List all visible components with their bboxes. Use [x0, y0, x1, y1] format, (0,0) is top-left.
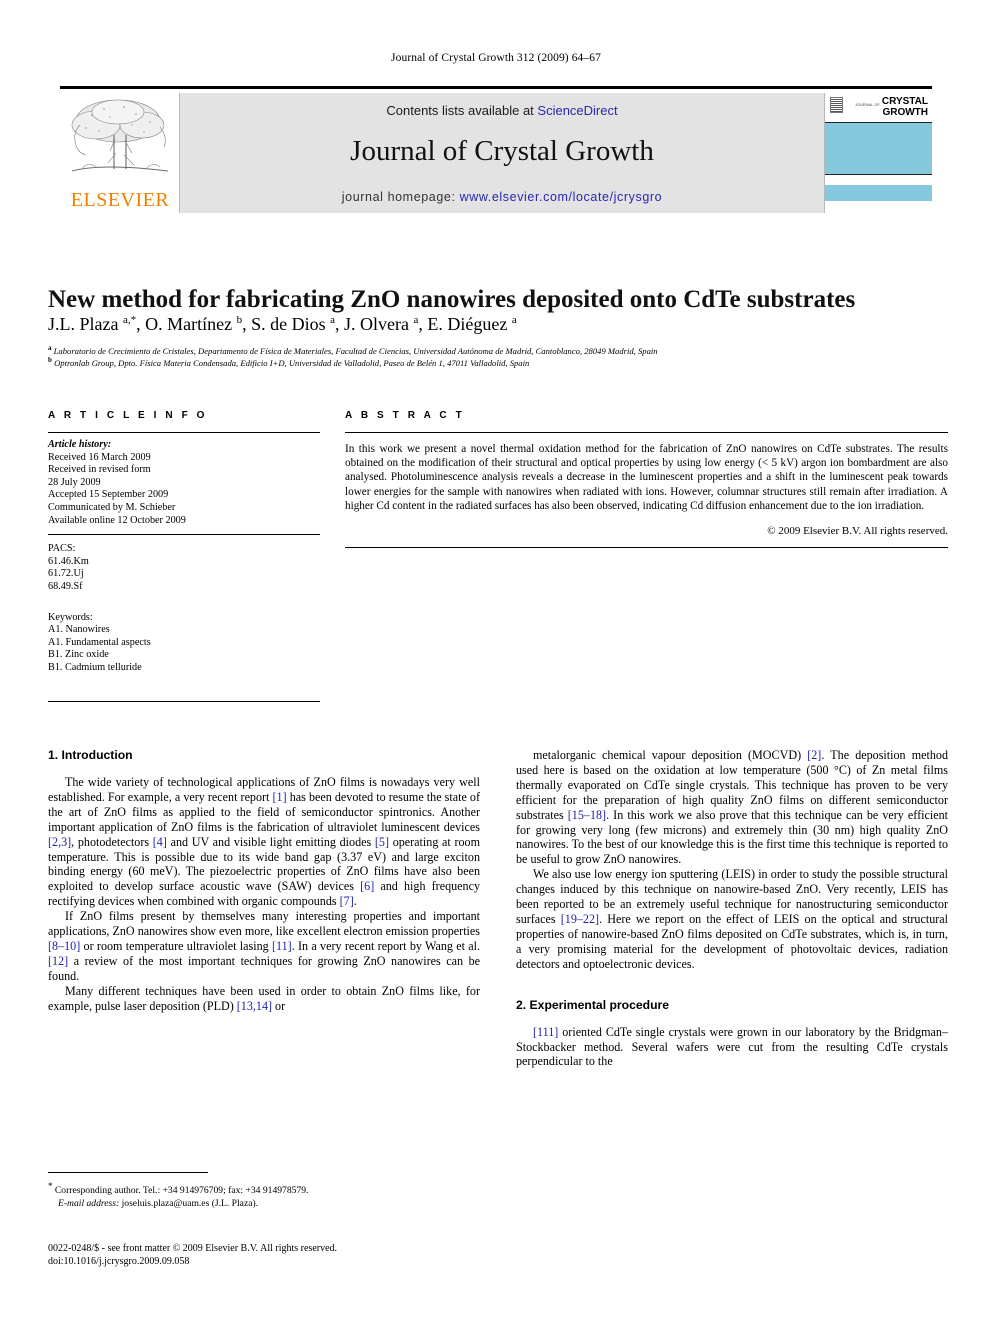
article-info-top-rule	[48, 432, 320, 433]
abstract-block: A B S T R A C T In this work we present …	[345, 410, 948, 549]
history-line: Communicated by M. Schieber	[48, 501, 176, 513]
body-paragraph: [111] oriented CdTe single crystals were…	[516, 1024, 948, 1069]
affiliation-b-text: Optronlab Group, Dpto. Física Materia Co…	[54, 357, 530, 368]
cover-mini-block-icon	[830, 97, 843, 113]
cover-title: CRYSTAL GROWTH	[881, 96, 928, 118]
journal-homepage-link[interactable]: www.elsevier.com/locate/jcrysgro	[460, 190, 663, 204]
citation-ref[interactable]: [2,3]	[48, 835, 71, 849]
pacs-code: 61.46.Km	[48, 555, 89, 567]
elsevier-tree-icon	[71, 99, 169, 172]
body-paragraph: We also use low energy ion sputtering (L…	[516, 867, 948, 971]
history-line: 28 July 2009	[48, 476, 101, 488]
contents-available-line: Contents lists available at ScienceDirec…	[180, 103, 824, 118]
keyword-item: B1. Zinc oxide	[48, 649, 109, 661]
imprint-block: 0022-0248/$ - see front matter © 2009 El…	[48, 1242, 548, 1268]
abstract-bottom-rule	[345, 547, 948, 549]
footnote-block: * Corresponding author. Tel.: +34 914976…	[48, 1180, 488, 1210]
corresponding-author-note: * Corresponding author. Tel.: +34 914976…	[48, 1181, 309, 1197]
email-value[interactable]: joseluis.plaza@uam.es (J.L. Plaza).	[122, 1198, 258, 1209]
elsevier-wordmark: ELSEVIER	[70, 189, 170, 211]
citation-ref[interactable]: [7]	[340, 894, 354, 908]
email-note: E-mail address: joseluis.plaza@uam.es (J…	[48, 1198, 488, 1210]
cover-masthead: JOURNAL OF CRYSTAL GROWTH	[825, 93, 932, 123]
paper-page: Journal of Crystal Growth 312 (2009) 64–…	[0, 0, 992, 1323]
body-paragraph: The wide variety of technological applic…	[48, 775, 480, 909]
citation-ref[interactable]: [19–22]	[561, 912, 599, 926]
email-label: E-mail address:	[58, 1197, 120, 1209]
section-heading-experimental: 2. Experimental procedure	[516, 997, 670, 1012]
cover-journal-of-label: JOURNAL OF	[855, 102, 880, 107]
citation-ref[interactable]: [2]	[807, 748, 821, 762]
article-history-label: Article history:	[48, 439, 112, 450]
pacs-code: 68.49.Sf	[48, 580, 83, 592]
citation-ref[interactable]: [6]	[360, 879, 374, 893]
running-head: Journal of Crystal Growth 312 (2009) 64–…	[391, 52, 601, 64]
body-column-right: metalorganic chemical vapour deposition …	[516, 748, 948, 1168]
banner-center: Contents lists available at ScienceDirec…	[180, 93, 824, 213]
abstract-copyright: © 2009 Elsevier B.V. All rights reserved…	[767, 525, 948, 538]
sciencedirect-link[interactable]: ScienceDirect	[537, 103, 617, 118]
author-list: J.L. Plaza a,*, O. Martínez b, S. de Dio…	[48, 314, 517, 334]
citation-ref[interactable]: [111]	[533, 1025, 558, 1039]
article-info-mid-rule	[48, 534, 320, 536]
citation-ref[interactable]: [13,14]	[237, 999, 272, 1013]
elsevier-logo: ELSEVIER	[60, 93, 180, 213]
abstract-heading: A B S T R A C T	[345, 410, 465, 421]
citation-ref[interactable]: [5]	[375, 835, 389, 849]
citation-ref[interactable]: [1]	[273, 790, 287, 804]
body-paragraph: metalorganic chemical vapour deposition …	[516, 748, 948, 867]
body-column-left: 1. Introduction The wide variety of tech…	[48, 748, 480, 1168]
keyword-item: A1. Nanowires	[48, 624, 110, 636]
cover-title-line2: GROWTH	[882, 106, 928, 118]
history-line: Available online 12 October 2009	[48, 514, 186, 526]
journal-homepage-line: journal homepage: www.elsevier.com/locat…	[180, 190, 824, 204]
keywords-block: Keywords: A1. Nanowires A1. Fundamental …	[48, 612, 320, 675]
citation-ref[interactable]: [11]	[272, 939, 292, 953]
history-line: Received in revised form	[48, 464, 151, 476]
keywords-label: Keywords:	[48, 611, 93, 623]
abstract-text: In this work we present a novel thermal …	[345, 443, 948, 512]
article-info-block: A R T I C L E I N F O Article history: R…	[48, 410, 320, 702]
abstract-top-rule	[345, 432, 948, 433]
section-heading-introduction: 1. Introduction	[48, 748, 133, 762]
body-paragraph: Many different techniques have been used…	[48, 983, 480, 1013]
cover-color-band-1	[825, 123, 932, 175]
affiliation-b: b Optronlab Group, Dpto. Física Materia …	[48, 356, 530, 368]
citation-ref[interactable]: [4]	[153, 835, 167, 849]
pacs-code: 61.72.Uj	[48, 568, 84, 580]
footnote-rule	[48, 1172, 208, 1173]
citation-ref[interactable]: [8–10]	[48, 939, 80, 953]
article-info-bottom-rule	[48, 700, 320, 702]
imprint-line-2: doi:10.1016/j.jcrysgro.2009.09.058	[48, 1256, 190, 1267]
journal-banner: ELSEVIER Contents lists available at Sci…	[60, 86, 932, 213]
article-info-heading: A R T I C L E I N F O	[48, 410, 208, 421]
corresponding-author-text: Corresponding author. Tel.: +34 91497670…	[54, 1185, 309, 1197]
citation-ref[interactable]: [12]	[48, 954, 68, 968]
article-history: Article history: Received 16 March 2009 …	[48, 439, 320, 527]
pacs-block: PACS: 61.46.Km 61.72.Uj 68.49.Sf	[48, 543, 320, 593]
cover-gap	[825, 175, 932, 185]
citation-ref[interactable]: [15–18]	[568, 808, 606, 822]
pacs-label: PACS:	[48, 543, 76, 555]
homepage-prefix: journal homepage:	[341, 190, 460, 204]
history-line: Received 16 March 2009	[48, 451, 151, 463]
keyword-item: B1. Cadmium telluride	[48, 661, 142, 673]
imprint-line-1: 0022-0248/$ - see front matter © 2009 El…	[48, 1243, 338, 1254]
cover-color-band-2	[825, 185, 932, 201]
body-columns: 1. Introduction The wide variety of tech…	[48, 748, 948, 1168]
contents-prefix: Contents lists available at	[386, 103, 538, 118]
journal-cover-thumbnail: JOURNAL OF CRYSTAL GROWTH	[824, 93, 932, 213]
journal-name: Journal of Crystal Growth	[350, 135, 654, 167]
body-paragraph: If ZnO films present by themselves many …	[48, 909, 480, 983]
history-line: Accepted 15 September 2009	[48, 489, 169, 501]
keyword-item: A1. Fundamental aspects	[48, 636, 151, 648]
cover-title-line1: CRYSTAL	[881, 96, 928, 107]
